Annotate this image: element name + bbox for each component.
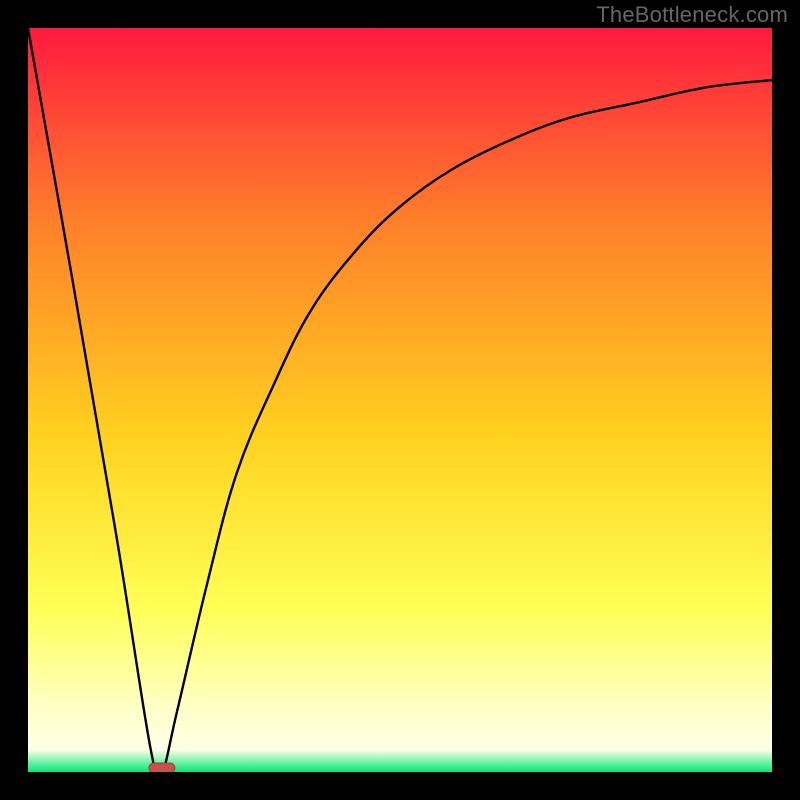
chart-container: { "watermark": "TheBottleneck.com", "col…: [0, 0, 800, 800]
bottleneck-chart: [0, 0, 800, 800]
plot-area: [28, 28, 772, 779]
gradient-background: [28, 28, 772, 772]
watermark-text: TheBottleneck.com: [596, 2, 788, 28]
minimum-marker: [149, 763, 175, 773]
